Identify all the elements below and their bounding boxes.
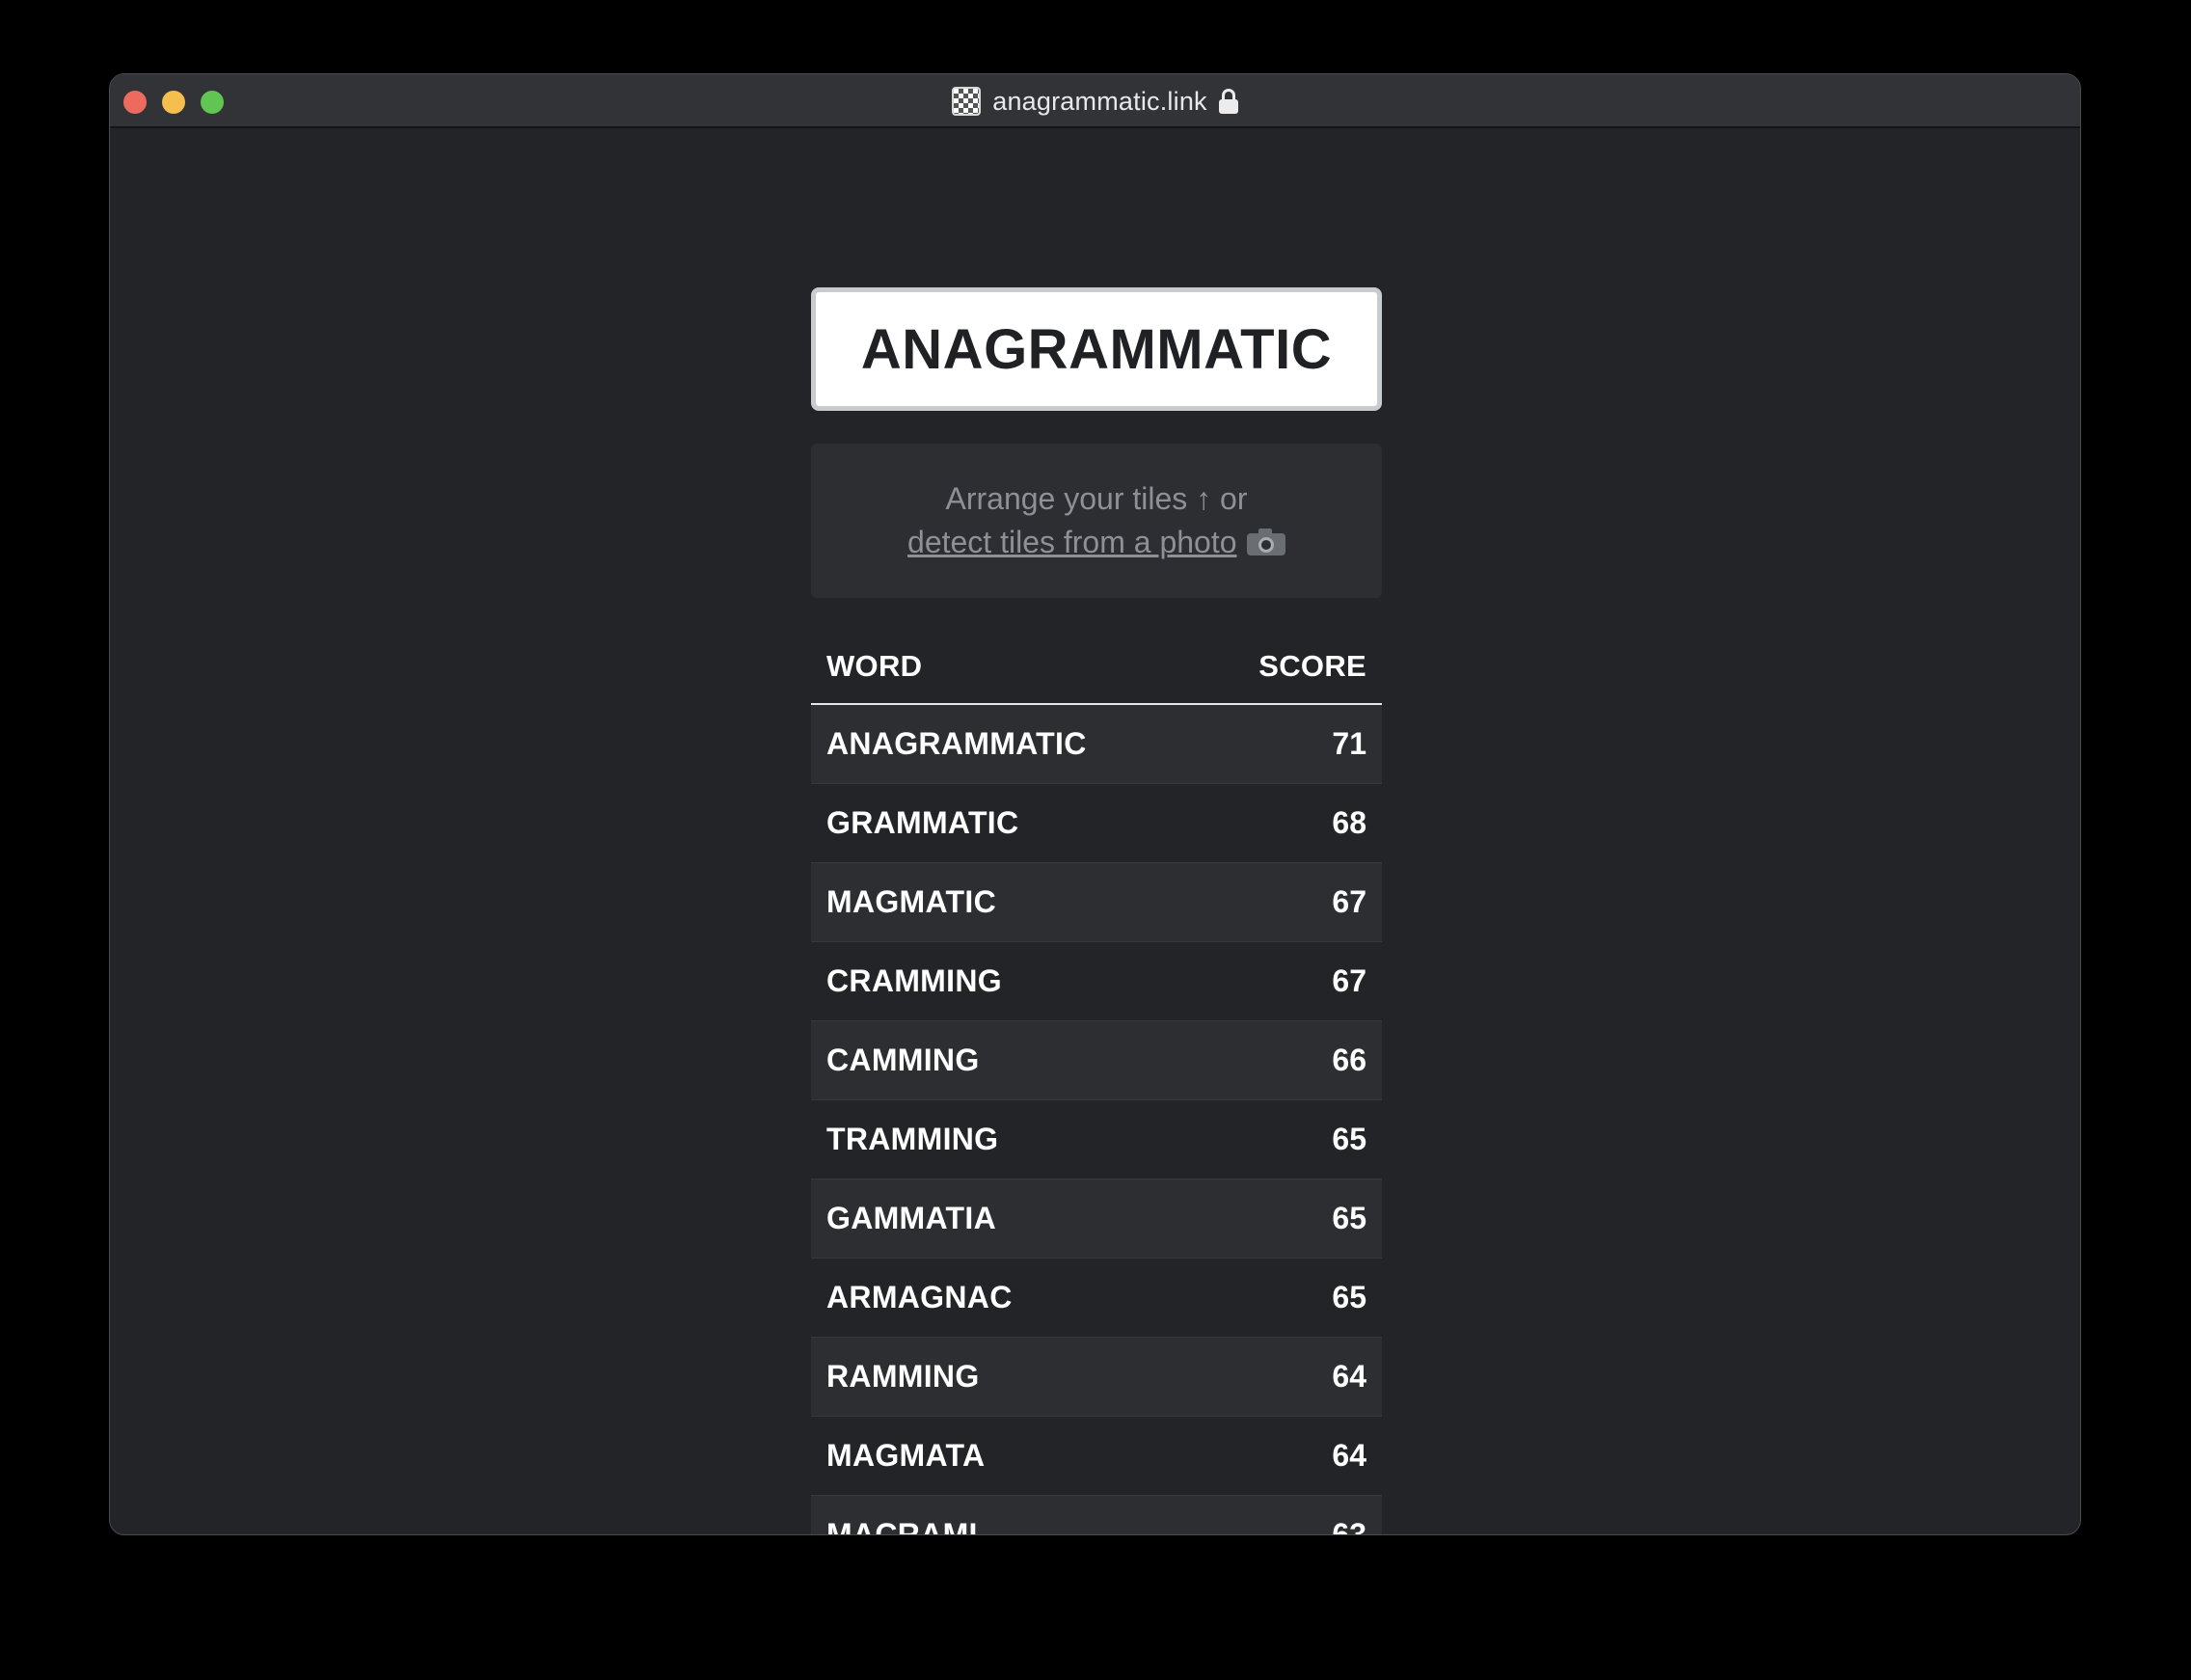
tiles-input[interactable]: ANAGRAMMATIC <box>811 287 1382 411</box>
score-cell: 71 <box>1332 726 1366 761</box>
score-cell: 67 <box>1332 963 1366 998</box>
score-cell: 66 <box>1332 1043 1366 1077</box>
table-row[interactable]: ARMAGNAC 65 <box>811 1259 1382 1338</box>
hint-panel: Arrange your tiles ↑ or detect tiles fro… <box>811 444 1382 598</box>
score-cell: 67 <box>1332 884 1366 919</box>
detect-tiles-link[interactable]: detect tiles from a photo <box>907 525 1237 559</box>
detect-tiles-link-wrap[interactable]: detect tiles from a photo <box>907 525 1285 560</box>
word-cell: TRAMMING <box>826 1122 999 1156</box>
table-row[interactable]: MACRAMI 63 <box>811 1496 1382 1534</box>
table-row[interactable]: GRAMMATIC 68 <box>811 784 1382 863</box>
score-cell: 64 <box>1332 1438 1366 1473</box>
word-cell: GAMMATIA <box>826 1201 996 1235</box>
score-cell: 64 <box>1332 1359 1366 1394</box>
table-row[interactable]: RAMMING 64 <box>811 1338 1382 1417</box>
column-header-word[interactable]: WORD <box>826 649 922 684</box>
word-cell: CRAMMING <box>826 963 1002 998</box>
score-cell: 63 <box>1332 1517 1366 1534</box>
score-cell: 65 <box>1332 1201 1366 1235</box>
table-row[interactable]: GAMMATIA 65 <box>811 1179 1382 1259</box>
score-cell: 65 <box>1332 1280 1366 1314</box>
word-cell: MAGMATIC <box>826 884 996 919</box>
word-cell: ANAGRAMMATIC <box>826 726 1087 761</box>
page-content: ANAGRAMMATIC Arrange your tiles ↑ or det… <box>110 128 2080 1534</box>
table-row[interactable]: MAGMATA 64 <box>811 1417 1382 1496</box>
table-row[interactable]: CRAMMING 67 <box>811 942 1382 1021</box>
table-header: WORD SCORE <box>811 630 1382 705</box>
word-cell: RAMMING <box>826 1359 980 1394</box>
checkerboard-favicon-icon <box>952 87 982 116</box>
url-text: anagrammatic.link <box>992 86 1207 116</box>
table-row[interactable]: CAMMING 66 <box>811 1021 1382 1100</box>
hint-text: Arrange your tiles ↑ or <box>945 481 1248 516</box>
results-table-body: ANAGRAMMATIC 71 GRAMMATIC 68 MAGMATIC 67 CRAMM… <box>811 705 1382 1534</box>
table-row[interactable]: MAGMATIC 67 <box>811 863 1382 942</box>
address-bar[interactable]: anagrammatic.link <box>110 74 2080 128</box>
table-row[interactable]: ANAGRAMMATIC 71 <box>811 705 1382 784</box>
word-cell: MAGMATA <box>826 1438 986 1473</box>
word-cell: ARMAGNAC <box>826 1280 1013 1314</box>
column-header-score[interactable]: SCORE <box>1258 649 1366 684</box>
page-title: ANAGRAMMATIC <box>860 317 1333 381</box>
lock-icon <box>1218 89 1238 114</box>
word-cell: MACRAMI <box>826 1517 978 1534</box>
word-cell: GRAMMATIC <box>826 805 1019 840</box>
score-cell: 68 <box>1332 805 1366 840</box>
score-cell: 65 <box>1332 1122 1366 1156</box>
browser-window: anagrammatic.link ANAGRAMMATIC Arrange y… <box>109 73 2081 1535</box>
camera-icon[interactable] <box>1246 528 1285 555</box>
title-bar: anagrammatic.link <box>110 74 2080 128</box>
table-row[interactable]: TRAMMING 65 <box>811 1100 1382 1179</box>
word-cell: CAMMING <box>826 1043 980 1077</box>
